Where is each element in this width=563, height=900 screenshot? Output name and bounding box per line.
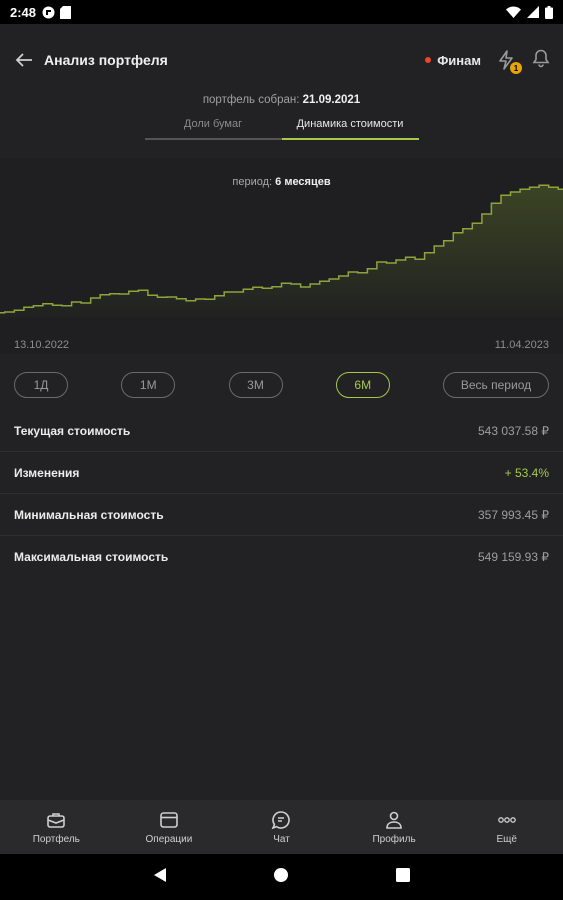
sd-card-icon <box>60 5 72 19</box>
range-1m-button[interactable]: 1М <box>121 372 176 398</box>
app-notification-icon <box>42 6 55 18</box>
page-title: Анализ портфеля <box>44 52 168 68</box>
card-icon <box>160 811 178 828</box>
range-selector: 1Д 1М 3М 6М Весь период <box>0 372 563 398</box>
chart-svg <box>0 184 563 318</box>
broker-status-dot <box>425 57 432 63</box>
chart-area-fill <box>0 185 563 318</box>
x-axis-start-label: 13.10.2022 <box>14 339 70 351</box>
system-home-button[interactable] <box>273 867 289 888</box>
circle-home-icon <box>274 867 289 882</box>
value-chart: период: 6 месяцев 13.10.2022 11.04.2023 <box>0 158 563 354</box>
nav-chat[interactable]: Чат <box>225 800 338 854</box>
tab-bar: Доли бумаг Динамика стоимости <box>0 118 563 140</box>
tab-value-dynamics[interactable]: Динамика стоимости <box>281 118 419 140</box>
nav-label: Чат <box>273 833 290 845</box>
stat-label: Текущая стоимость <box>14 423 131 438</box>
stat-row-current: Текущая стоимость 543 037.58 ₽ <box>0 410 563 452</box>
status-bar: 2:48 <box>0 0 563 24</box>
stat-label: Минимальная стоимость <box>14 507 164 522</box>
range-1d-button[interactable]: 1Д <box>14 372 68 398</box>
back-button[interactable] <box>12 48 36 72</box>
range-all-button[interactable]: Весь период <box>443 372 549 398</box>
signals-button[interactable]: 1 <box>495 49 522 74</box>
more-icon <box>497 816 516 823</box>
stats-list: Текущая стоимость 543 037.58 ₽ Изменения… <box>0 410 563 578</box>
status-time: 2:48 <box>10 4 37 20</box>
stat-label: Максимальная стоимость <box>14 550 169 564</box>
person-icon <box>386 811 402 829</box>
range-6m-button[interactable]: 6М <box>335 372 390 398</box>
bottom-navigation: Портфель Операции Чат Профиль Ещё <box>0 800 563 854</box>
x-axis-end-label: 11.04.2023 <box>494 339 549 351</box>
system-navigation-bar <box>0 854 563 900</box>
top-app-bar: Анализ портфеля Финам 1 <box>0 24 563 96</box>
nav-operations[interactable]: Операции <box>113 800 226 854</box>
bell-icon <box>532 49 550 67</box>
briefcase-icon <box>47 812 66 828</box>
stat-value: 549 159.93 ₽ <box>477 550 549 564</box>
range-3m-button[interactable]: 3М <box>228 372 283 398</box>
stat-value: 543 037.58 ₽ <box>477 423 549 438</box>
broker-selector[interactable]: Финам <box>425 53 481 68</box>
app-screen: Анализ портфеля Финам 1 портфель собран:… <box>0 24 563 854</box>
battery-icon <box>545 5 553 19</box>
nav-portfolio[interactable]: Портфель <box>0 800 113 854</box>
portfolio-created-label: портфель собран: <box>202 94 300 106</box>
stat-value: 357 993.45 ₽ <box>477 507 549 522</box>
stat-row-max: Максимальная стоимость 549 159.93 ₽ <box>0 536 563 578</box>
nav-profile[interactable]: Профиль <box>338 800 451 854</box>
triangle-back-icon <box>154 867 167 882</box>
wifi-icon <box>506 6 521 18</box>
signal-icon <box>527 6 539 18</box>
notification-badge: 1 <box>510 62 522 74</box>
nav-label: Операции <box>145 833 193 845</box>
system-back-button[interactable] <box>153 867 167 888</box>
notifications-button[interactable] <box>531 48 551 73</box>
stat-row-min: Минимальная стоимость 357 993.45 ₽ <box>0 494 563 536</box>
nav-label: Ещё <box>496 833 517 845</box>
broker-name: Финам <box>437 52 481 68</box>
portfolio-created: портфель собран: 21.09.2021 <box>0 94 563 106</box>
system-recents-button[interactable] <box>395 867 410 887</box>
portfolio-created-date: 21.09.2021 <box>302 94 361 106</box>
square-recents-icon <box>395 867 410 882</box>
nav-label: Профиль <box>372 833 416 845</box>
nav-label: Портфель <box>32 833 80 845</box>
stat-value: + 53.4% <box>504 465 549 480</box>
nav-more[interactable]: Ещё <box>450 800 563 854</box>
stat-label: Изменения <box>14 465 80 480</box>
tab-security-shares[interactable]: Доли бумаг <box>144 118 282 140</box>
stat-row-change: Изменения + 53.4% <box>0 452 563 494</box>
chat-icon <box>272 810 291 829</box>
arrow-left-icon <box>15 53 32 67</box>
